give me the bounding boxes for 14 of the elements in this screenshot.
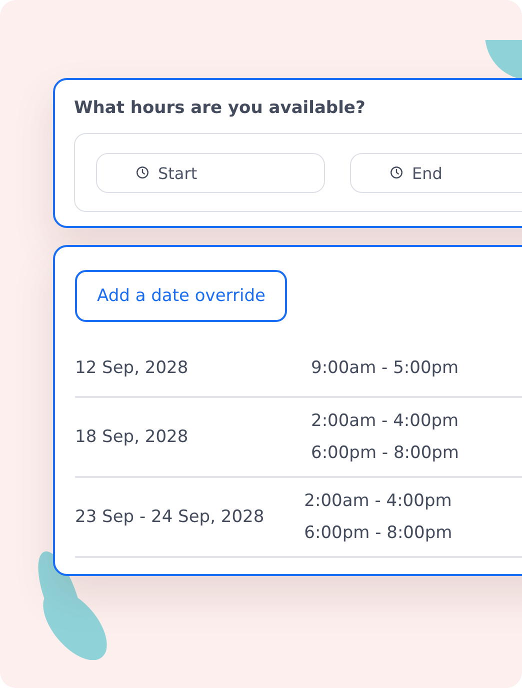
time-field[interactable]: Start (96, 153, 325, 193)
time-range: 6:00pm - 8:00pm (304, 523, 452, 543)
card-title: What hours are you available? (74, 98, 366, 118)
time-range: 2:00am - 4:00pm (304, 491, 452, 511)
add-override-button[interactable]: Add a date override (75, 270, 288, 322)
clock-icon (390, 166, 403, 179)
time-range: 6:00pm - 8:00pm (311, 443, 459, 463)
override-date: 18 Sep, 2028 (75, 427, 190, 447)
time-field[interactable]: End (350, 153, 522, 193)
override-date: 23 Sep - 24 Sep, 2028 (75, 507, 264, 527)
override-date: 12 Sep, 2028 (75, 358, 190, 378)
clock-icon (136, 166, 149, 179)
time-range: 9:00am - 5:00pm (311, 358, 459, 378)
time-range: 2:00am - 4:00pm (311, 411, 459, 431)
